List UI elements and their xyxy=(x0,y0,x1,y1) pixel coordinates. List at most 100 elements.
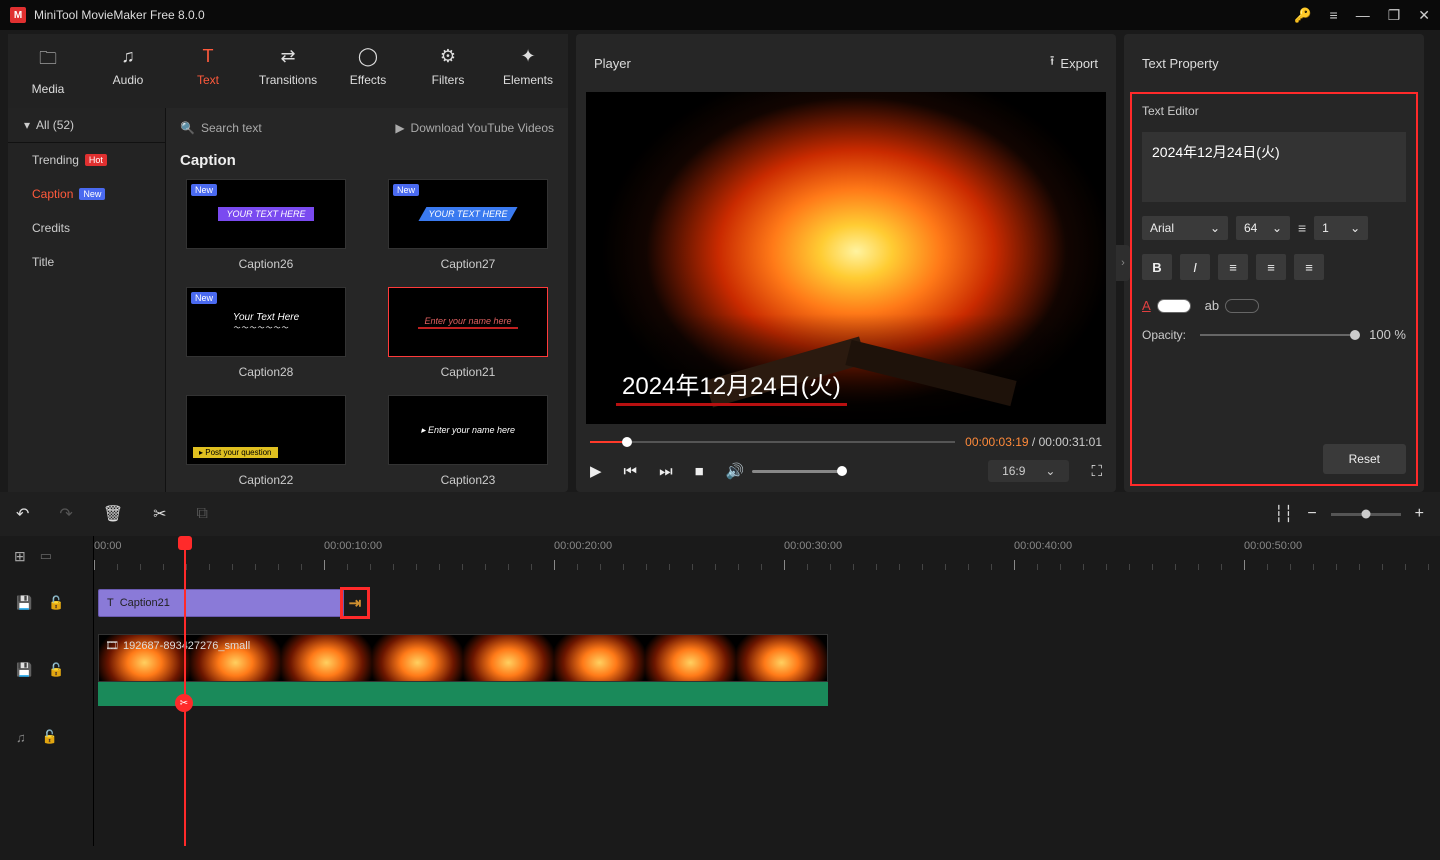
fullscreen-button[interactable]: ⛶ xyxy=(1091,463,1102,480)
badge-new: New xyxy=(393,184,419,196)
sidebar-item-credits[interactable]: Credits xyxy=(8,211,165,245)
highlight-color-picker[interactable]: ab xyxy=(1205,298,1259,313)
caption-thumbnail: Enter your name here xyxy=(388,287,548,357)
align-right-button[interactable]: ≡ xyxy=(1294,254,1324,280)
caption-item-caption27[interactable]: NewYOUR TEXT HERECaption27 xyxy=(382,179,554,271)
close-icon[interactable]: ✕ xyxy=(1418,7,1430,24)
text-editor-label: Text Editor xyxy=(1142,104,1406,118)
panel-expand-handle[interactable]: › xyxy=(1116,245,1130,281)
caption-thumbnail: NewYour Text Here～～～～～～～ xyxy=(186,287,346,357)
tab-media[interactable]: 🗀Media xyxy=(8,40,88,102)
italic-button[interactable]: I xyxy=(1180,254,1210,280)
audio-track-gutter: ♫ 🔓 xyxy=(0,710,93,764)
play-button[interactable]: ▶ xyxy=(590,462,602,480)
export-label: Export xyxy=(1060,56,1098,71)
titlebar: M MiniTool MovieMaker Free 8.0.0 🔑 ≡ — ❐… xyxy=(0,0,1440,30)
zoom-out-button[interactable]: − xyxy=(1307,505,1316,523)
redo-button[interactable]: ↷ xyxy=(59,504,72,524)
caption-item-caption26[interactable]: NewYOUR TEXT HERECaption26 xyxy=(180,179,352,271)
caption-label: Caption22 xyxy=(239,473,294,487)
text-clip[interactable]: T Caption21 xyxy=(98,589,344,617)
font-size-select[interactable]: 64⌄ xyxy=(1236,216,1290,240)
text-track[interactable]: T Caption21 ⇥ xyxy=(94,576,1440,630)
add-track-icon[interactable]: ⊞ xyxy=(14,548,26,565)
music-icon[interactable]: ♫ xyxy=(16,730,26,745)
caption-item-caption28[interactable]: NewYour Text Here～～～～～～～Caption28 xyxy=(180,287,352,379)
lock-icon[interactable]: 🔓 xyxy=(42,729,58,745)
sidebar-item-caption[interactable]: CaptionNew xyxy=(8,177,165,211)
volume-slider[interactable] xyxy=(752,470,842,473)
sidebar-item-trending[interactable]: Trending Hot xyxy=(8,143,165,177)
tab-elements[interactable]: ✦Elements xyxy=(488,40,568,102)
tab-label: Effects xyxy=(350,73,386,87)
video-track[interactable]: 🎞192687-893427276_small xyxy=(94,630,1440,710)
delete-button[interactable]: 🗑 xyxy=(103,504,123,524)
volume-icon[interactable]: 🔊 xyxy=(726,462,745,480)
library-panel: 🗀Media♫AudioTText⇄Transitions ◯ Effects ⚙Fi… xyxy=(8,34,568,492)
collapse-tracks-icon[interactable]: ▭ xyxy=(40,548,52,564)
opacity-slider[interactable] xyxy=(1200,334,1355,336)
font-family-select[interactable]: Arial⌄ xyxy=(1142,216,1228,240)
sidebar-header[interactable]: ▾ All (52) xyxy=(8,108,165,143)
playhead[interactable]: ✂ xyxy=(184,536,186,846)
caption-item-caption22[interactable]: ▸ Post your questionCaption22 xyxy=(180,395,352,487)
sidebar-header-label: All (52) xyxy=(36,118,74,132)
align-center-button[interactable]: ≡ xyxy=(1256,254,1286,280)
align-left-button[interactable]: ≡ xyxy=(1218,254,1248,280)
film-icon: 🎞 xyxy=(105,639,119,652)
save-icon[interactable]: 💾 xyxy=(16,662,32,678)
video-clip[interactable]: 🎞192687-893427276_small xyxy=(98,634,828,706)
bold-button[interactable]: B xyxy=(1142,254,1172,280)
text-editor-input[interactable] xyxy=(1142,132,1406,202)
ruler-tick: 00:00:40:00 xyxy=(1014,540,1072,552)
download-youtube-link[interactable]: ▶ Download YouTube Videos xyxy=(395,121,554,135)
chevron-down-icon: ▾ xyxy=(24,118,30,132)
filter-icon: ⚙ xyxy=(440,46,456,67)
zoom-slider[interactable] xyxy=(1331,513,1401,516)
audio-track[interactable] xyxy=(94,710,1440,764)
opacity-label: Opacity: xyxy=(1142,328,1186,342)
caption-label: Caption21 xyxy=(441,365,496,379)
next-frame-button[interactable]: ⏭ xyxy=(659,463,673,480)
zoom-in-button[interactable]: + xyxy=(1415,505,1424,523)
tab-text[interactable]: TText xyxy=(168,40,248,102)
maximize-icon[interactable]: ❐ xyxy=(1388,7,1401,24)
badge-new: New xyxy=(191,184,217,196)
tab-filters[interactable]: ⚙Filters xyxy=(408,40,488,102)
prev-frame-button[interactable]: ⏮ xyxy=(624,463,638,480)
undo-button[interactable]: ↶ xyxy=(16,504,29,524)
snap-icon[interactable]: ┆┆ xyxy=(1274,504,1293,524)
tab-transitions[interactable]: ⇄Transitions xyxy=(248,40,328,102)
search-text[interactable]: 🔍 Search text xyxy=(180,121,262,135)
sidebar-item-title[interactable]: Title xyxy=(8,245,165,279)
caption-item-caption21[interactable]: Enter your name here Caption21 xyxy=(382,287,554,379)
time-ruler[interactable]: 00:0000:00:10:0000:00:20:0000:00:30:0000… xyxy=(94,536,1440,576)
export-button[interactable]: ⭱ Export xyxy=(1050,52,1098,74)
tab-audio[interactable]: ♫Audio xyxy=(88,40,168,102)
split-button[interactable]: ✂ xyxy=(153,504,166,524)
text-track-gutter: 💾 🔓 xyxy=(0,576,93,630)
seek-bar[interactable]: 00:00:03:19 / 00:00:31:01 xyxy=(590,434,1102,450)
tab-effects[interactable]: ◯ Effects xyxy=(328,40,408,102)
menu-icon[interactable]: ≡ xyxy=(1330,7,1338,23)
fx-icon: ◯ xyxy=(358,46,378,67)
reset-button[interactable]: Reset xyxy=(1323,444,1406,474)
clip-extend-handle[interactable]: ⇥ xyxy=(340,587,370,619)
lock-icon[interactable]: 🔓 xyxy=(48,595,64,611)
stop-button[interactable]: ■ xyxy=(695,463,704,480)
badge-hot: Hot xyxy=(85,154,107,166)
lock-icon[interactable]: 🔓 xyxy=(48,662,64,678)
save-icon[interactable]: 💾 xyxy=(16,595,32,611)
key-icon[interactable]: 🔑 xyxy=(1294,7,1311,24)
crop-button[interactable]: ⧉ xyxy=(197,505,208,523)
timeline-toolbar: ↶ ↷ 🗑 ✂ ⧉ ┆┆ − + xyxy=(0,492,1440,536)
timeline: ⊞ ▭ 💾 🔓 💾 🔓 ♫ 🔓 00:0000:00:10:0000:00:20… xyxy=(0,536,1440,846)
sparkle-icon: ✦ xyxy=(520,46,535,67)
sidebar-item-label: Trending xyxy=(32,153,79,167)
aspect-ratio-select[interactable]: 16:9⌄ xyxy=(988,460,1069,482)
caption-item-caption23[interactable]: ▸ Enter your name hereCaption23 xyxy=(382,395,554,487)
minimize-icon[interactable]: — xyxy=(1356,7,1370,23)
scissor-icon[interactable]: ✂ xyxy=(175,694,193,712)
text-color-picker[interactable]: A xyxy=(1142,298,1191,313)
line-height-select[interactable]: 1⌄ xyxy=(1314,216,1368,240)
